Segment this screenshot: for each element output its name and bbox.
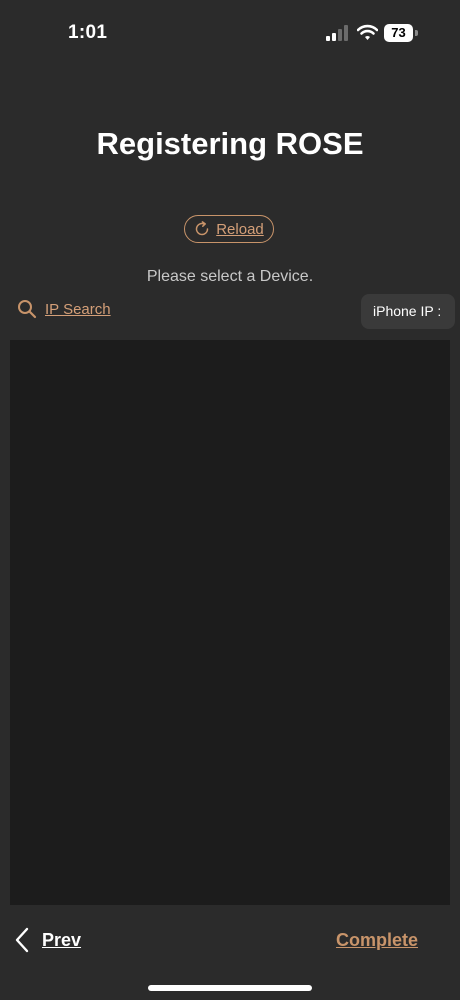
- ip-search-button[interactable]: IP Search: [17, 299, 111, 319]
- search-icon: [18, 300, 37, 319]
- device-list[interactable]: [10, 340, 450, 905]
- complete-button[interactable]: Complete: [336, 930, 418, 951]
- wifi-icon: [357, 24, 378, 40]
- prev-label: Prev: [42, 929, 82, 950]
- reload-button[interactable]: Reload: [184, 215, 274, 243]
- iphone-ip-badge: iPhone IP :: [361, 294, 455, 329]
- status-time: 1:01: [68, 22, 108, 43]
- chevron-left-icon: [15, 927, 29, 953]
- battery-tip: [415, 30, 418, 36]
- prev-button[interactable]: Prev: [14, 927, 81, 953]
- page-title: Registering ROSE: [96, 126, 364, 161]
- ip-search-label: IP Search: [45, 300, 111, 318]
- battery-icon: 73: [384, 24, 418, 42]
- cellular-signal-icon: [326, 25, 348, 41]
- reload-label: Reload: [216, 220, 264, 238]
- instruction-text: Please select a Device.: [146, 268, 314, 285]
- home-indicator: [148, 985, 312, 991]
- status-bar: 1:01 73: [0, 0, 460, 60]
- battery-level: 73: [391, 25, 406, 40]
- reload-icon: [195, 221, 209, 236]
